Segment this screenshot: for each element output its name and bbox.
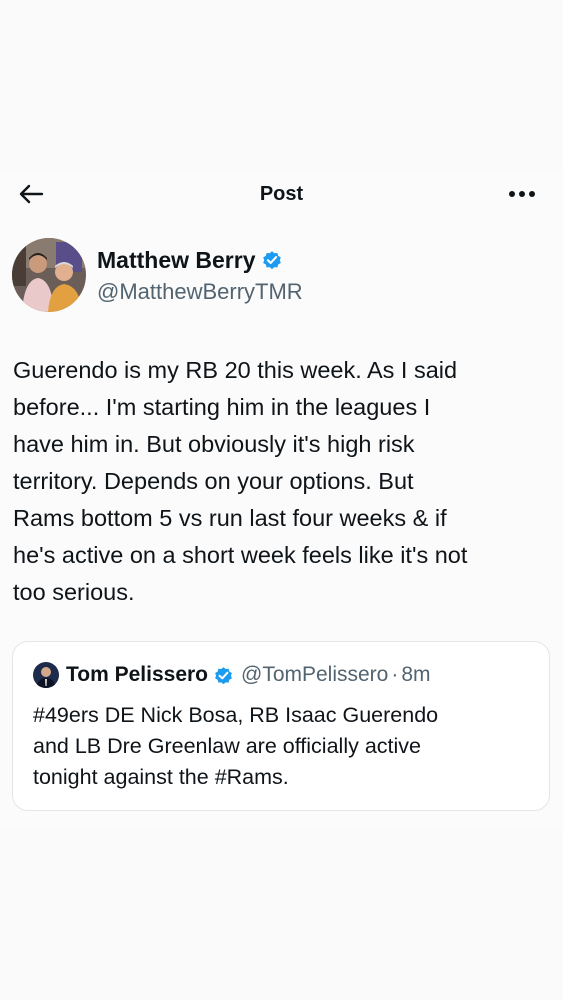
quoted-author-name: Tom Pelissero	[66, 663, 208, 686]
verified-badge-icon	[215, 666, 232, 684]
quoted-avatar	[33, 662, 59, 688]
author-name-row[interactable]: Matthew Berry	[97, 246, 283, 274]
tweet-author: Matthew Berry @MatthewBerryTMR	[0, 232, 563, 318]
verified-badge-icon	[263, 251, 282, 270]
more-options-button[interactable]	[502, 180, 542, 208]
quoted-timestamp: 8m	[401, 663, 431, 686]
avatar[interactable]	[12, 238, 86, 312]
author-handle[interactable]: @MatthewBerryTMR	[97, 279, 303, 305]
quoted-tweet-text: #49ers DE Nick Bosa, RB Isaac Guerendo a…	[33, 703, 439, 789]
quoted-avatar-photo	[33, 662, 59, 688]
separator-dot: ·	[391, 663, 399, 686]
avatar-photo	[12, 238, 86, 312]
author-name: Matthew Berry	[97, 247, 256, 273]
post-header: Post	[0, 172, 563, 216]
empty-area	[0, 830, 563, 1000]
quoted-tweet-header: Tom Pelissero @TomPelissero · 8m	[33, 662, 431, 688]
more-horizontal-icon	[509, 191, 535, 197]
tweet-text: Guerendo is my RB 20 this week. As I sai…	[13, 357, 468, 605]
page-title: Post	[259, 183, 304, 205]
quoted-tweet-card[interactable]: Tom Pelissero @TomPelissero · 8m #49ers …	[12, 641, 550, 811]
status-area	[0, 0, 563, 172]
quoted-author-handle: @TomPelissero	[241, 663, 389, 686]
